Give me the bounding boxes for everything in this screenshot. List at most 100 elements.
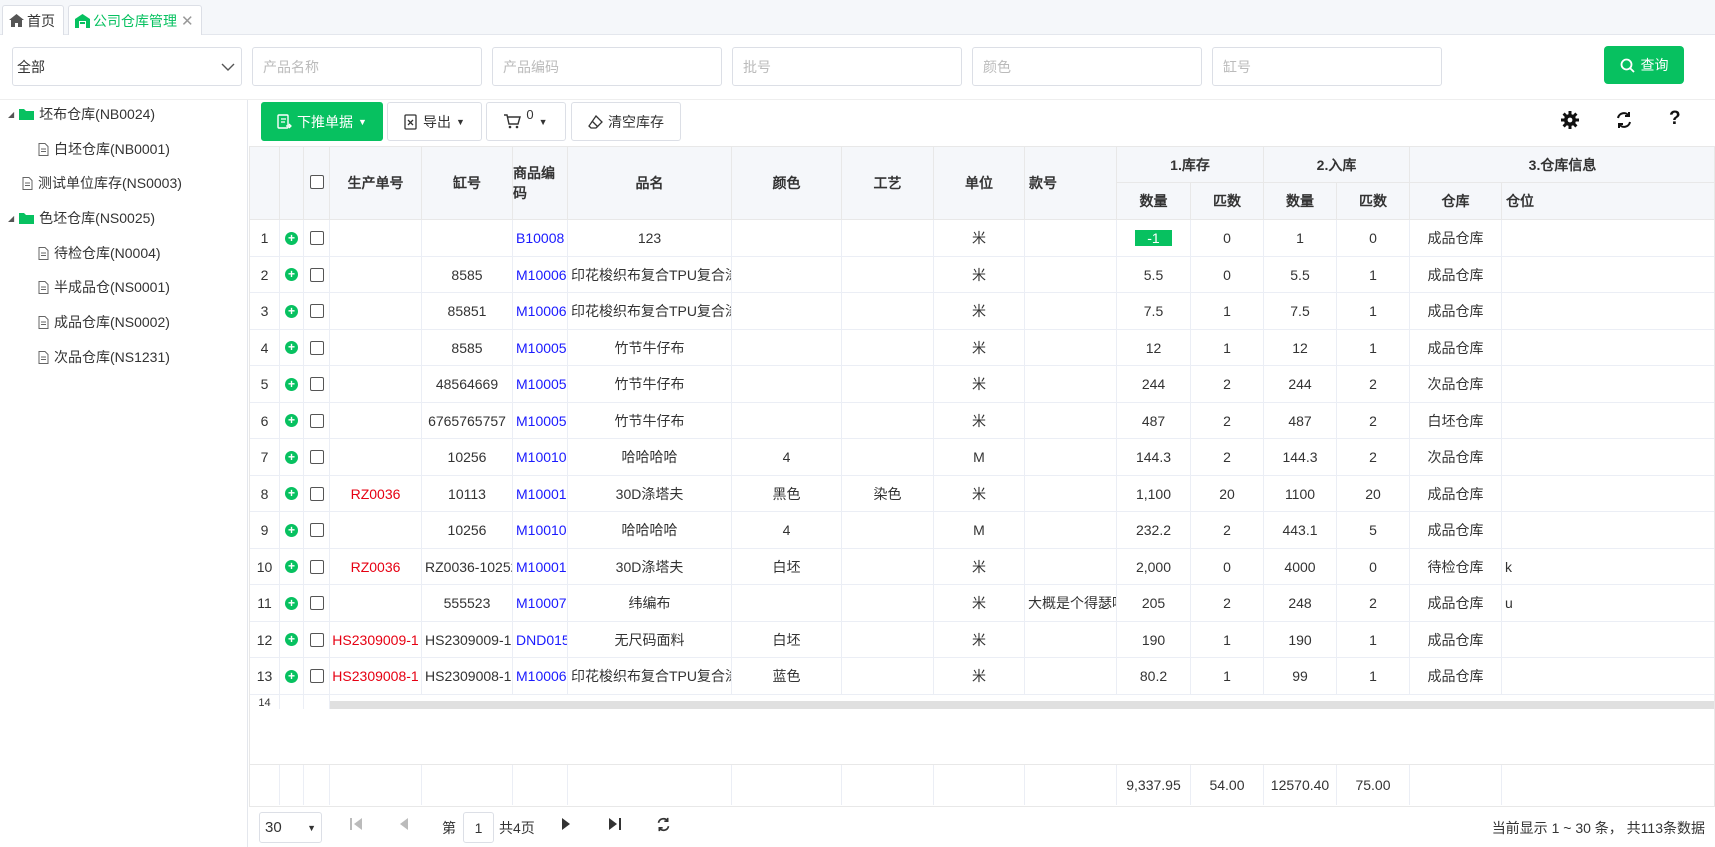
expand-row-icon[interactable]: + (285, 304, 298, 318)
table-row[interactable]: 10 + RZ0036 RZ0036-10252 M10001 30D涤塔夫 白坯 米 2,00… (250, 548, 1714, 585)
tree-node[interactable]: 次品仓库(NS1231) (38, 345, 170, 369)
last-page-icon[interactable] (608, 817, 622, 834)
row-checkbox[interactable] (309, 450, 324, 465)
expand-row-icon[interactable]: + (285, 268, 298, 282)
table-row[interactable]: 8 + RZ0036 10113 M10001 30D涤塔夫 黑色 染色 米 1,100 20 110… (250, 475, 1714, 512)
tree-node[interactable]: 待检仓库(N0004) (38, 241, 161, 265)
horizontal-scrollbar[interactable] (330, 700, 1714, 709)
caret-expanded-icon[interactable]: ◢ (8, 110, 14, 119)
caret-expanded-icon[interactable]: ◢ (8, 214, 14, 223)
settings-icon[interactable] (1561, 111, 1579, 132)
cell-iq: 99 (1264, 658, 1337, 695)
cell-code-text[interactable]: B10008 (516, 230, 564, 246)
page-number-input[interactable]: 1 (463, 812, 494, 843)
row-checkbox[interactable] (309, 486, 324, 501)
tree-node[interactable]: 成品仓库(NS0002) (38, 310, 170, 334)
expand-row-icon[interactable]: + (285, 560, 298, 574)
table-row-partial[interactable]: 14 (250, 694, 1714, 715)
cell-code-text[interactable]: M10001 (516, 559, 567, 575)
cell-code-text[interactable]: M10005 (516, 340, 567, 356)
tree-node[interactable]: 白坯仓库(NB0001) (38, 137, 170, 161)
tree-node[interactable]: 半成品仓(NS0001) (38, 275, 170, 299)
export-button[interactable]: 导出 ▼ (387, 102, 482, 141)
row-checkbox[interactable] (309, 231, 324, 246)
cell-ip-text: 2 (1369, 595, 1377, 612)
row-checkbox[interactable] (309, 596, 324, 611)
refresh-page-icon[interactable] (656, 817, 671, 835)
row-checkbox[interactable] (309, 632, 324, 647)
clear-stock-button[interactable]: 清空库存 (571, 102, 681, 141)
row-checkbox[interactable] (309, 559, 324, 574)
row-checkbox[interactable] (309, 413, 324, 428)
cell-code-text[interactable]: M10006 (516, 668, 567, 684)
product-code-input[interactable] (492, 47, 722, 86)
expand-row-icon[interactable]: + (285, 231, 298, 245)
cell-code-text[interactable]: M10006 (516, 267, 567, 283)
cell-code-text[interactable]: M10007 (516, 595, 567, 611)
expand-row-icon[interactable]: + (285, 377, 298, 391)
row-checkbox[interactable] (309, 669, 324, 684)
tree-node[interactable]: 测试单位库存(NS0003) (22, 171, 182, 195)
expand-row-icon[interactable]: + (285, 633, 298, 647)
cell-n-text: 4 (260, 339, 269, 356)
table-row[interactable]: 3 +85851 M10006印花梭织布复合TPU复合涤纶 米 7.5 1 7.5 1 成品仓库 (250, 293, 1714, 330)
cell-code-text[interactable]: DND015 (516, 632, 567, 648)
cell-unit: 米 (934, 402, 1025, 439)
row-checkbox[interactable] (309, 523, 324, 538)
first-page-icon[interactable] (349, 817, 363, 834)
cell-code-text[interactable]: M10010 (516, 522, 567, 538)
cell-sp-text: 1 (1223, 631, 1231, 648)
close-icon[interactable]: ✕ (181, 12, 194, 30)
help-icon[interactable]: ? (1669, 108, 1681, 130)
table-row[interactable]: 9 +10256 M10010 哈哈哈哈 4 M 232.2 2 443.1 5 成品仓库 (250, 512, 1714, 549)
table-row[interactable]: 2 +8585 M10006印花梭织布复合TPU复合涤纶 米 5.5 0 5.5 1 成品仓库 (250, 256, 1714, 293)
refresh-icon[interactable] (1615, 111, 1633, 132)
color-input[interactable] (972, 47, 1202, 86)
caret-down-icon: ▼ (456, 116, 465, 127)
tab-warehouse[interactable]: 公司仓库管理 ✕ (68, 5, 202, 35)
table-row[interactable]: 7 +10256 M10010 哈哈哈哈 4 M 144.3 2 144.3 2 次品仓库 (250, 439, 1714, 476)
query-button[interactable]: 查询 (1604, 46, 1684, 84)
row-checkbox[interactable] (309, 267, 324, 282)
expand-row-icon[interactable]: + (285, 487, 298, 501)
next-page-icon[interactable] (562, 817, 572, 834)
header-location-label: 仓位 (1506, 193, 1534, 209)
tab-home[interactable]: 首页 (2, 5, 64, 35)
expand-row-icon[interactable]: + (285, 523, 298, 537)
expand-row-icon[interactable]: + (285, 596, 298, 610)
cart-button[interactable]: 0 ▼ (486, 102, 566, 141)
cell-code-text[interactable]: M10001 (516, 486, 567, 502)
expand-row-icon[interactable]: + (285, 341, 298, 355)
push-document-button[interactable]: 下推单据 ▼ (261, 102, 383, 141)
cell-code-text[interactable]: M10006 (516, 303, 567, 319)
product-name-input[interactable] (252, 47, 482, 86)
select-all-checkbox[interactable] (309, 175, 324, 189)
prev-page-icon[interactable] (398, 817, 408, 834)
table-row[interactable]: 1 + B10008 123 米 -1 0 1 0 成品仓库 (250, 220, 1714, 257)
cell-code-text[interactable]: M10005 (516, 376, 567, 392)
table-row[interactable]: 5 +48564669 M10005 竹节牛仔布 米 244 2 244 2 次品仓库 (250, 366, 1714, 403)
cell-code-text[interactable]: M10005 (516, 413, 567, 429)
expand-row-icon[interactable]: + (285, 669, 298, 683)
tree-node[interactable]: ◢ 色坯仓库(NS0025) (8, 206, 155, 230)
vat-input[interactable] (1212, 47, 1442, 86)
warehouse-select[interactable]: 全部 (12, 47, 242, 86)
cell-code-text[interactable]: M10010 (516, 449, 567, 465)
table-row[interactable]: 4 +8585 M10005 竹节牛仔布 米 12 1 12 1 成品仓库 (250, 329, 1714, 366)
expand-row-icon[interactable]: + (285, 450, 298, 464)
tree-node[interactable]: ◢ 坯布仓库(NB0024) (8, 102, 155, 126)
page-size-select[interactable]: 30 ▼ (259, 812, 322, 843)
header-prod-no-label: 生产单号 (347, 175, 404, 191)
cell-n: 1 (250, 220, 280, 257)
row-checkbox[interactable] (309, 377, 324, 392)
cell-wh-text: 成品仓库 (1427, 303, 1484, 320)
table-row[interactable]: 11 +555523 M10007 纬编布 米 大概是个得瑟哈 205 2 248 2 成品仓库 u (250, 585, 1714, 622)
row-checkbox[interactable] (309, 304, 324, 319)
table-row[interactable]: 6 +6765765757 M10005 竹节牛仔布 米 487 2 487 2 白坯仓库 (250, 402, 1714, 439)
cell-color: 4 (732, 512, 842, 549)
batch-input[interactable] (732, 47, 962, 86)
table-row[interactable]: 13 + HS2309008-1 HS2309008-1- M10006 印花梭织布复合T… (250, 658, 1714, 695)
row-checkbox[interactable] (309, 340, 324, 355)
expand-row-icon[interactable]: + (285, 414, 298, 428)
table-row[interactable]: 12 + HS2309009-1 HS2309009-1- DND015 无尺码面料 白坯 米… (250, 621, 1714, 658)
